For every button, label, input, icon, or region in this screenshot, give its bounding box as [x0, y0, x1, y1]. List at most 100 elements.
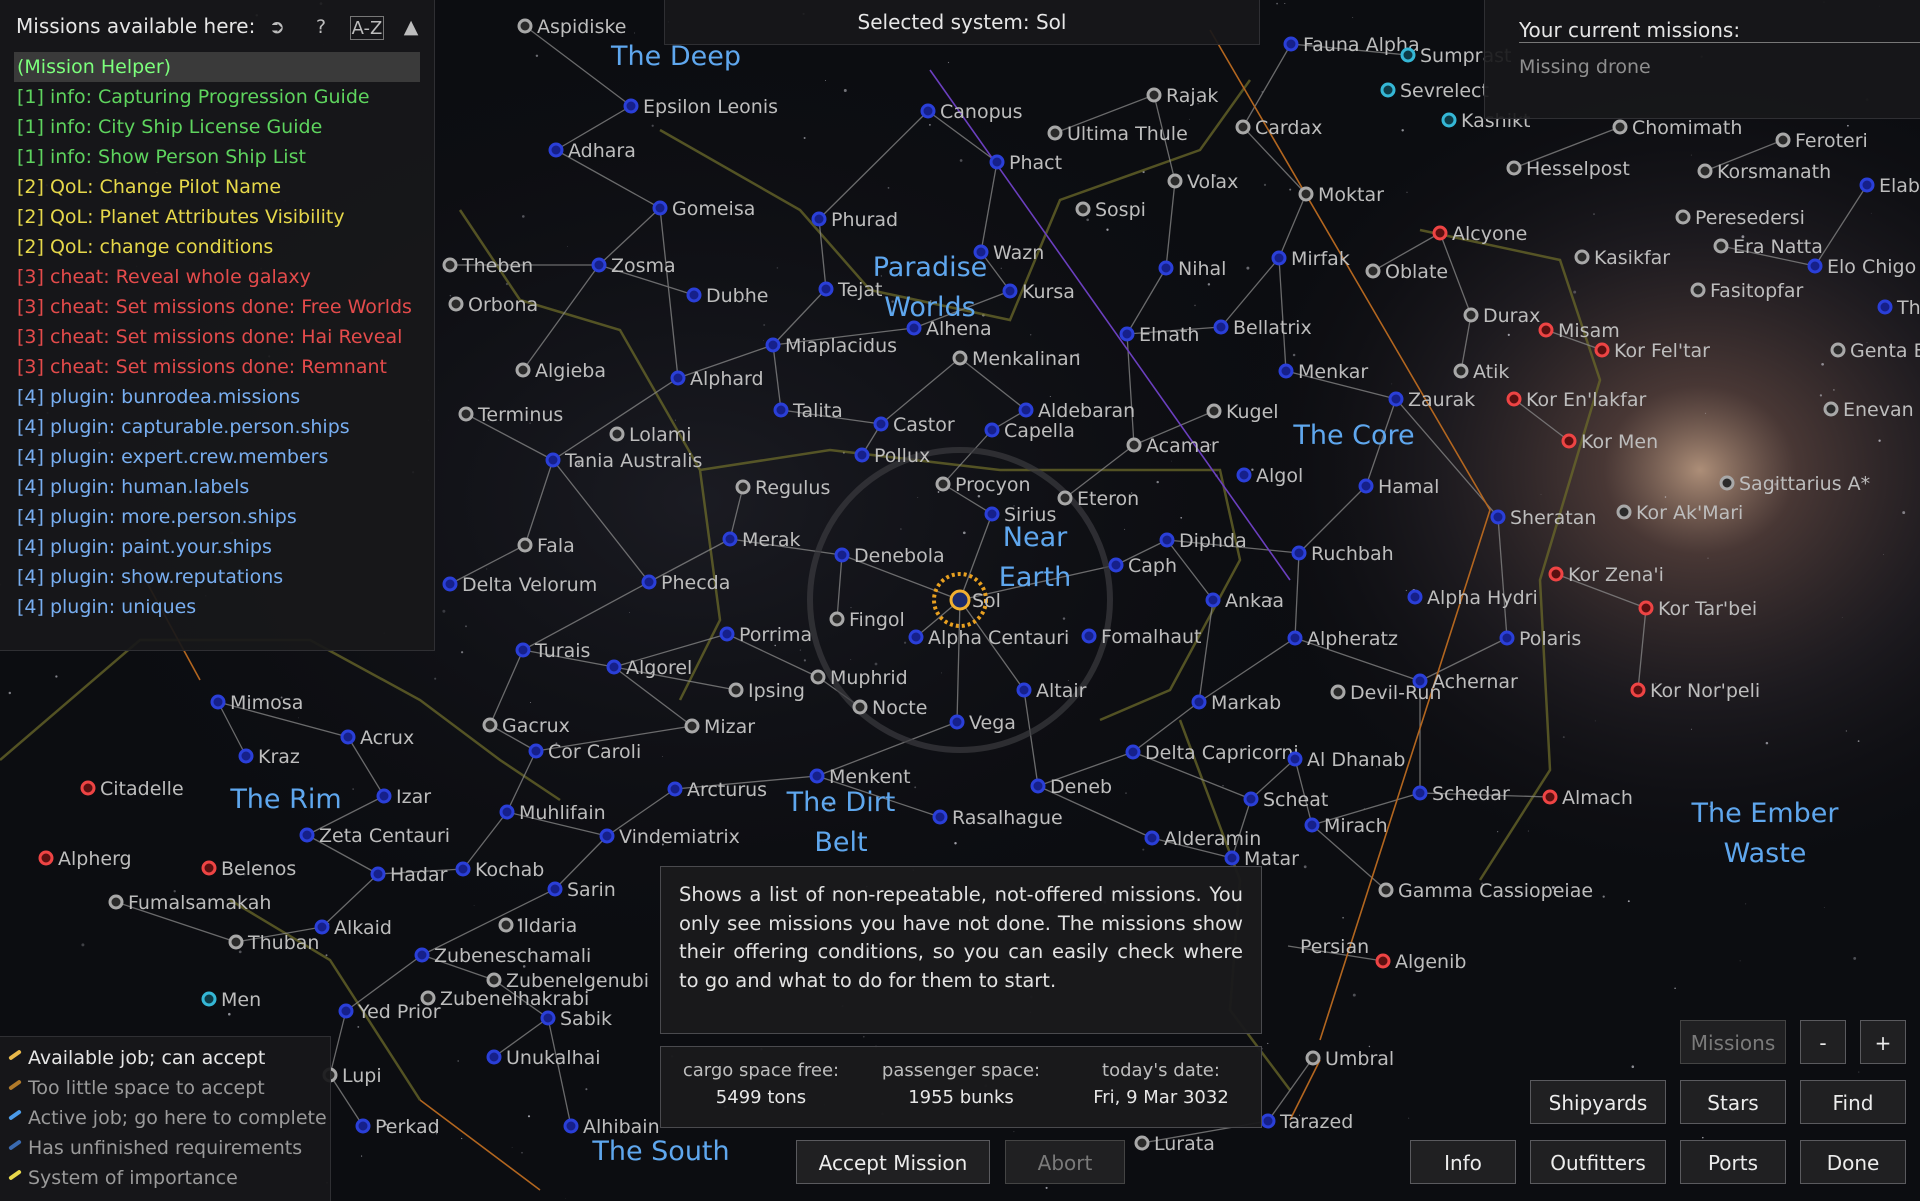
mission-item[interactable]: [2] QoL: change conditions — [14, 232, 420, 262]
system-zubenelhakrabi[interactable]: Zubenelhakrabi — [420, 988, 589, 1010]
system-kor-nor-peli[interactable]: Kor Nor'peli — [1630, 680, 1760, 702]
system-miaplacidus[interactable]: Miaplacidus — [765, 335, 897, 357]
system-alderamin[interactable]: Alderamin — [1144, 828, 1261, 850]
system-label: Vindemiatrix — [619, 826, 740, 848]
mission-item[interactable]: [4] plugin: paint.your.ships — [14, 532, 420, 562]
mission-item[interactable]: [1] info: Capturing Progression Guide — [14, 82, 420, 112]
mission-item[interactable]: [4] plugin: more.person.ships — [14, 502, 420, 532]
background-star — [874, 662, 878, 666]
system-label: Capella — [1004, 420, 1075, 442]
system-vindemiatrix[interactable]: Vindemiatrix — [599, 826, 740, 848]
system-alpha-centauri[interactable]: Alpha Centauri — [908, 627, 1069, 649]
system-label: Almach — [1562, 787, 1633, 809]
system-label: Alkaid — [334, 917, 392, 939]
system-alpha-hydri[interactable]: Alpha Hydri — [1407, 587, 1538, 609]
system-korsmanath[interactable]: Korsmanath — [1697, 161, 1831, 183]
system-label: Ildaria — [518, 915, 577, 937]
system-aldebaran[interactable]: Aldebaran — [1018, 400, 1135, 422]
ports-button[interactable]: Ports — [1680, 1140, 1786, 1184]
system-kor-en-lakfar[interactable]: Kor En'lakfar — [1506, 389, 1647, 411]
done-button[interactable]: Done — [1800, 1140, 1906, 1184]
accept-mission-button[interactable]: Accept Mission — [796, 1140, 990, 1184]
system-kor-tar-bei[interactable]: Kor Tar'bei — [1638, 598, 1757, 620]
sort-direction-icon[interactable]: ▲ — [396, 14, 426, 40]
background-star — [1029, 334, 1032, 336]
system-persian[interactable]: Persian — [1300, 936, 1369, 958]
mission-item[interactable]: [4] plugin: uniques — [14, 592, 420, 622]
mission-item[interactable]: [2] QoL: Change Pilot Name — [14, 172, 420, 202]
stars-button[interactable]: Stars — [1680, 1080, 1786, 1124]
system-label: Unukalhai — [506, 1047, 601, 1069]
mission-item[interactable]: [1] info: City Ship License Guide — [14, 112, 420, 142]
system-fumalsamakah[interactable]: Fumalsamakah — [108, 892, 271, 914]
help-icon[interactable]: ? — [306, 14, 336, 40]
mission-item[interactable]: [4] plugin: capturable.person.ships — [14, 412, 420, 442]
mission-item[interactable]: [3] cheat: Reveal whole galaxy — [14, 262, 420, 292]
system-label: Kor En'lakfar — [1526, 389, 1647, 411]
system-rasalhague[interactable]: Rasalhague — [932, 807, 1063, 829]
system-peresedersi[interactable]: Peresedersi — [1675, 207, 1805, 229]
background-star — [947, 61, 950, 64]
system-delta-velorum[interactable]: Delta Velorum — [442, 574, 597, 596]
system-ultima-thule[interactable]: Ultima Thule — [1047, 123, 1188, 145]
background-star — [1189, 118, 1191, 120]
mission-item[interactable]: [3] cheat: Set missions done: Remnant — [14, 352, 420, 382]
info-button[interactable]: Info — [1410, 1140, 1516, 1184]
background-star — [1276, 2, 1278, 5]
outfitters-button[interactable]: Outfitters — [1530, 1140, 1666, 1184]
system-sagittarius-a-[interactable]: Sagittarius A* — [1719, 473, 1870, 495]
cargo-value: 5499 tons — [715, 1087, 807, 1108]
mission-item[interactable]: [1] info: Show Person Ship List — [14, 142, 420, 172]
zoom-out-button[interactable]: - — [1800, 1020, 1846, 1064]
available-missions-header: Missions available here: — [16, 14, 256, 38]
current-missions-panel: Your current missions: Missing drone — [1484, 0, 1920, 119]
background-star — [1540, 494, 1542, 495]
system-kor-ak-mari[interactable]: Kor Ak'Mari — [1616, 502, 1743, 524]
mission-item[interactable]: [4] plugin: human.labels — [14, 472, 420, 502]
system-zubeneschamali[interactable]: Zubeneschamali — [414, 945, 591, 967]
system-label: Mirach — [1324, 815, 1388, 837]
background-star — [1819, 394, 1823, 397]
background-star — [1857, 740, 1860, 742]
mission-item[interactable]: [3] cheat: Set missions done: Hai Reveal — [14, 322, 420, 352]
mission-item[interactable]: [4] plugin: expert.crew.members — [14, 442, 420, 472]
background-star — [662, 756, 663, 757]
system-label: Fingol — [849, 609, 905, 631]
zoom-in-button[interactable]: + — [1860, 1020, 1906, 1064]
mission-item[interactable]: [2] QoL: Planet Attributes Visibility — [14, 202, 420, 232]
system-al-dhanab[interactable]: Al Dhanab — [1287, 749, 1405, 771]
system-chomimath[interactable]: Chomimath — [1612, 117, 1742, 139]
system-hesselpost[interactable]: Hesselpost — [1506, 158, 1630, 180]
mission-item-selected[interactable]: (Mission Helper) — [14, 52, 420, 82]
mission-item[interactable]: [4] plugin: show.reputations — [14, 562, 420, 592]
mission-item[interactable]: [4] plugin: bunrodea.missions — [14, 382, 420, 412]
system-kor-zena-i[interactable]: Kor Zena'i — [1548, 564, 1664, 586]
system-epsilon-leonis[interactable]: Epsilon Leonis — [623, 96, 778, 118]
background-star — [460, 651, 464, 654]
system-fomalhaut[interactable]: Fomalhaut — [1081, 626, 1201, 648]
system-label: Hesselpost — [1526, 158, 1630, 180]
sort-alpha-button[interactable]: A-Z — [350, 16, 384, 40]
goto-system-icon[interactable]: ➲ — [262, 14, 292, 40]
system-label: Sagittarius A* — [1739, 473, 1870, 495]
system-tania-australis[interactable]: Tania Australis — [545, 450, 702, 472]
system-menkalinan[interactable]: Menkalinan — [952, 348, 1081, 370]
system-delta-capricorni[interactable]: Delta Capricorni — [1125, 742, 1299, 764]
current-mission-item[interactable]: Missing drone — [1519, 56, 1651, 78]
background-star — [357, 1025, 360, 1028]
mission-item[interactable]: [3] cheat: Set missions done: Free World… — [14, 292, 420, 322]
missions-button[interactable]: Missions — [1680, 1020, 1786, 1064]
system-kor-fel-tar[interactable]: Kor Fel'tar — [1594, 340, 1710, 362]
system-gamma-cassiopeiae[interactable]: Gamma Cassiopeiae — [1378, 880, 1593, 902]
abort-button[interactable]: Abort — [1005, 1140, 1125, 1184]
background-star — [1049, 396, 1051, 397]
system-label: Kor Fel'tar — [1614, 340, 1710, 362]
shipyards-button[interactable]: Shipyards — [1530, 1080, 1666, 1124]
background-star — [1821, 362, 1824, 366]
system-zeta-centauri[interactable]: Zeta Centauri — [299, 825, 450, 847]
find-button[interactable]: Find — [1800, 1080, 1906, 1124]
system-label: Gamma Cassiopeiae — [1398, 880, 1593, 902]
system-fauna-alpha[interactable]: Fauna Alpha — [1283, 34, 1420, 56]
government-label: The Rim — [229, 784, 341, 815]
system-label: Dubhe — [706, 285, 768, 307]
